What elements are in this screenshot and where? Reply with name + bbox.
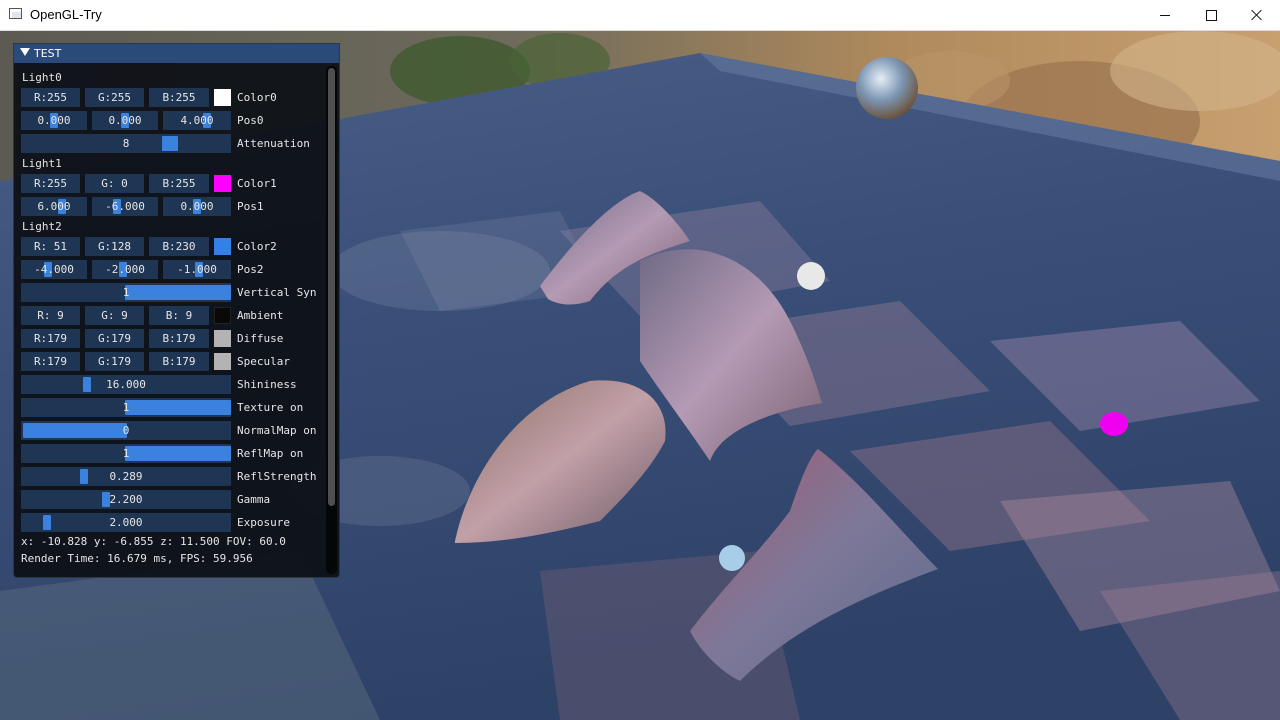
normalmap-on-slider[interactable]: 0 bbox=[21, 421, 231, 440]
specular-label: Specular bbox=[237, 355, 290, 368]
render-time-text: Render Time: 16.679 ms, FPS: 59.956 bbox=[21, 552, 253, 565]
maximize-icon bbox=[1205, 9, 1217, 21]
pos0-y-slider[interactable]: 0.000 bbox=[92, 111, 158, 130]
shininess-label: Shininess bbox=[237, 378, 297, 391]
test-panel[interactable]: TEST Light0 R:255 G:255 B:255 Color0 0.0… bbox=[13, 43, 340, 578]
pos1-label: Pos1 bbox=[237, 200, 264, 213]
reflmap-on-label: ReflMap on bbox=[237, 447, 304, 460]
pos1-z-slider[interactable]: 0.000 bbox=[163, 197, 231, 216]
ambient-g-field[interactable]: G: 9 bbox=[85, 306, 144, 325]
ambient-swatch[interactable] bbox=[214, 307, 231, 324]
reflmap-on-slider[interactable]: 1 bbox=[21, 444, 231, 463]
pos2-label: Pos2 bbox=[237, 263, 264, 276]
ambient-b-field[interactable]: B: 9 bbox=[149, 306, 209, 325]
attenuation-slider[interactable]: 8 bbox=[21, 134, 231, 153]
minimize-icon bbox=[1160, 14, 1170, 16]
color0-label: Color0 bbox=[237, 91, 277, 104]
pos1-y-slider[interactable]: -6.000 bbox=[92, 197, 158, 216]
specular-b-field[interactable]: B:179 bbox=[149, 352, 209, 371]
maximize-button[interactable] bbox=[1188, 0, 1234, 30]
window-title-bar[interactable]: OpenGL-Try bbox=[0, 0, 1280, 31]
refl-strength-slider[interactable]: 0.289 bbox=[21, 467, 231, 486]
close-button[interactable] bbox=[1234, 0, 1280, 30]
color2-swatch[interactable] bbox=[214, 238, 231, 255]
attenuation-label: Attenuation bbox=[237, 137, 310, 150]
app-window-icon bbox=[9, 8, 22, 19]
panel-title: TEST bbox=[34, 47, 62, 60]
scrollbar-thumb[interactable] bbox=[328, 68, 335, 506]
specular-g-field[interactable]: G:179 bbox=[85, 352, 144, 371]
gamma-slider[interactable]: 2.200 bbox=[21, 490, 231, 509]
diffuse-label: Diffuse bbox=[237, 332, 284, 345]
color0-swatch[interactable] bbox=[214, 89, 231, 106]
color1-b-field[interactable]: B:255 bbox=[149, 174, 209, 193]
normalmap-on-label: NormalMap on bbox=[237, 424, 317, 437]
exposure-slider[interactable]: 2.000 bbox=[21, 513, 231, 532]
camera-info-text: x: -10.828 y: -6.855 z: 11.500 FOV: 60.0 bbox=[21, 535, 286, 548]
diffuse-b-field[interactable]: B:179 bbox=[149, 329, 209, 348]
diffuse-swatch[interactable] bbox=[214, 330, 231, 347]
exposure-label: Exposure bbox=[237, 516, 290, 529]
gamma-label: Gamma bbox=[237, 493, 271, 506]
light1-header: Light1 bbox=[22, 157, 62, 170]
color1-r-field[interactable]: R:255 bbox=[21, 174, 80, 193]
panel-title-bar[interactable]: TEST bbox=[14, 44, 339, 63]
color2-r-field[interactable]: R: 51 bbox=[21, 237, 80, 256]
ambient-label: Ambient bbox=[237, 309, 284, 322]
pos2-x-slider[interactable]: -4.000 bbox=[21, 260, 87, 279]
pos2-z-slider[interactable]: -1.000 bbox=[163, 260, 231, 279]
color2-b-field[interactable]: B:230 bbox=[149, 237, 209, 256]
refl-strength-label: ReflStrength bbox=[237, 470, 317, 483]
collapse-arrow-icon[interactable] bbox=[20, 48, 30, 56]
pos0-z-slider[interactable]: 4.000 bbox=[163, 111, 231, 130]
color0-b-field[interactable]: B:255 bbox=[149, 88, 209, 107]
light2-header: Light2 bbox=[22, 220, 62, 233]
pos0-label: Pos0 bbox=[237, 114, 264, 127]
texture-on-slider[interactable]: 1 bbox=[21, 398, 231, 417]
vertical-sync-label: Vertical Syn bbox=[237, 286, 317, 299]
minimize-button[interactable] bbox=[1142, 0, 1188, 30]
color1-g-field[interactable]: G: 0 bbox=[85, 174, 144, 193]
pos1-x-slider[interactable]: 6.000 bbox=[21, 197, 87, 216]
diffuse-g-field[interactable]: G:179 bbox=[85, 329, 144, 348]
texture-on-label: Texture on bbox=[237, 401, 304, 414]
pos2-y-slider[interactable]: -2.000 bbox=[92, 260, 158, 279]
specular-swatch[interactable] bbox=[214, 353, 231, 370]
diffuse-r-field[interactable]: R:179 bbox=[21, 329, 80, 348]
color2-label: Color2 bbox=[237, 240, 277, 253]
ambient-r-field[interactable]: R: 9 bbox=[21, 306, 80, 325]
color2-g-field[interactable]: G:128 bbox=[85, 237, 144, 256]
specular-r-field[interactable]: R:179 bbox=[21, 352, 80, 371]
pos0-x-slider[interactable]: 0.000 bbox=[21, 111, 87, 130]
color1-label: Color1 bbox=[237, 177, 277, 190]
window-title: OpenGL-Try bbox=[30, 7, 102, 22]
shininess-slider[interactable]: 16.000 bbox=[21, 375, 231, 394]
panel-scrollbar[interactable] bbox=[326, 66, 337, 574]
close-icon bbox=[1251, 9, 1263, 21]
vertical-sync-slider[interactable]: 1 bbox=[21, 283, 231, 302]
color0-r-field[interactable]: R:255 bbox=[21, 88, 80, 107]
color1-swatch[interactable] bbox=[214, 175, 231, 192]
color0-g-field[interactable]: G:255 bbox=[85, 88, 144, 107]
light0-header: Light0 bbox=[22, 71, 62, 84]
